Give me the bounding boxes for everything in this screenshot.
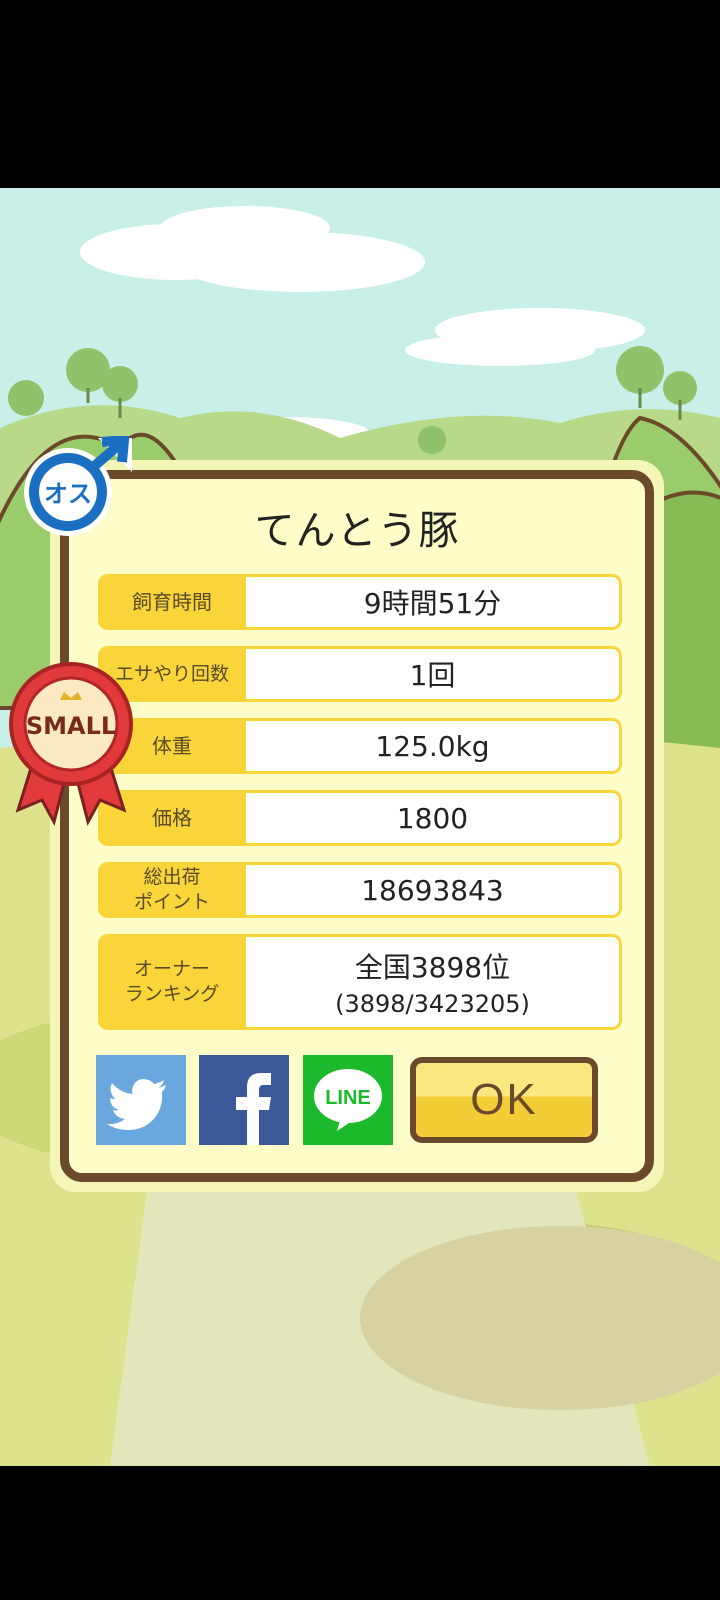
size-label: SMALL [26,712,116,740]
row-value: 18693843 [246,862,622,918]
line-label: LINE [325,1087,371,1109]
row-label: オーナー ランキング [98,934,246,1030]
row-weight: 体重 125.0kg [98,718,622,774]
page-title: てんとう豚 [254,508,460,554]
twitter-share-button[interactable] [96,1055,186,1145]
ok-button[interactable]: OK [410,1057,598,1143]
row-price: 価格 1800 [98,790,622,846]
row-label: 飼育時間 [98,574,246,630]
row-total-points: 総出荷 ポイント 18693843 [98,862,622,918]
row-value: 9時間51分 [246,574,622,630]
row-label: 総出荷 ポイント [98,862,246,918]
line-share-button[interactable]: LINE [303,1055,393,1145]
line-chat-icon: LINE [314,1069,382,1131]
ranking-detail: (3898/3423205) [335,990,530,1018]
ribbon-icon: SMALL [9,662,133,827]
facebook-f-icon [236,1073,271,1145]
row-value: 全国3898位 (3898/3423205) [246,934,622,1030]
size-ribbon-badge: SMALL [8,660,134,828]
row-breeding-time: 飼育時間 9時間51分 [98,574,622,630]
gender-label: オス [44,480,92,508]
twitter-bird-icon [107,1079,166,1130]
row-value: 1回 [246,646,622,702]
row-value: 125.0kg [246,718,622,774]
facebook-share-button[interactable] [199,1055,289,1145]
row-feed-count: エサやり回数 1回 [98,646,622,702]
row-value: 1800 [246,790,622,846]
gender-badge: オス [22,434,134,538]
male-symbol-icon: オス [24,434,132,536]
row-owner-ranking: オーナー ランキング 全国3898位 (3898/3423205) [98,934,622,1030]
